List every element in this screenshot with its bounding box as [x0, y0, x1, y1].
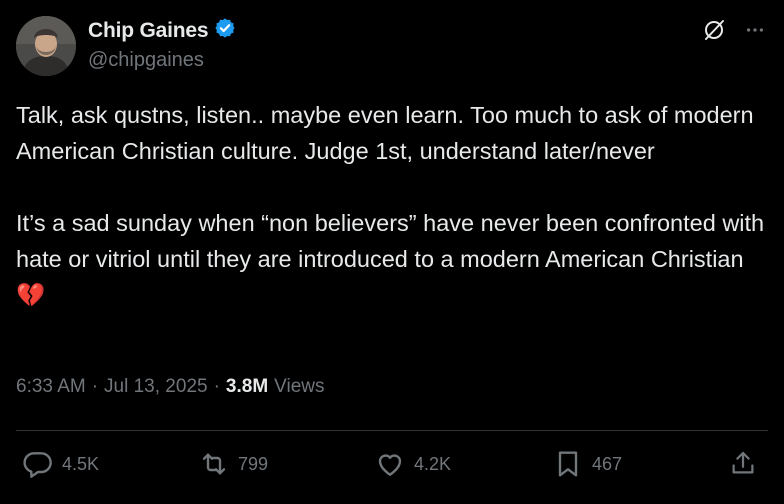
bookmark-button[interactable]: 467 [552, 448, 622, 480]
views-count: 3.8M [225, 376, 269, 397]
meta-separator: · [91, 376, 99, 397]
author-name-row: Chip Gaines [88, 17, 236, 44]
like-button[interactable]: 4.2K [374, 448, 451, 480]
views-label: Views [274, 376, 325, 397]
verified-badge-icon [214, 17, 236, 44]
tweet-text: Talk, ask qustns, listen.. maybe even le… [16, 97, 768, 313]
reply-icon [22, 448, 54, 480]
repost-count: 799 [238, 453, 269, 474]
share-button[interactable] [728, 448, 758, 478]
top-actions [702, 18, 766, 42]
more-icon[interactable] [744, 19, 766, 41]
tweet-time[interactable]: 6:33 AM [16, 376, 86, 398]
tweet-paragraph-2: It’s a sad sunday when “non believers” h… [16, 205, 768, 313]
tweet-date[interactable]: Jul 13, 2025 [104, 376, 208, 398]
repost-button[interactable]: 799 [198, 448, 268, 480]
repost-icon [198, 448, 230, 480]
grok-icon[interactable] [702, 18, 726, 42]
bookmark-icon [552, 448, 584, 480]
action-bar: 4.5K 799 4.2K 467 [0, 448, 784, 484]
reply-button[interactable]: 4.5K [22, 448, 99, 480]
author-name[interactable]: Chip Gaines [88, 19, 209, 43]
like-count: 4.2K [414, 453, 452, 474]
divider [16, 430, 768, 431]
bookmark-count: 467 [592, 453, 623, 474]
heart-icon [374, 448, 406, 480]
tweet-paragraph-1: Talk, ask qustns, listen.. maybe even le… [16, 102, 754, 164]
meta-separator: · [213, 376, 220, 397]
tweet-meta: 6:33 AM · Jul 13, 2025 · 3.8M Views [16, 376, 325, 398]
reply-count: 4.5K [62, 453, 100, 474]
broken-heart-emoji: 💔 [16, 282, 46, 308]
avatar[interactable] [16, 16, 76, 76]
tweet-paragraph-2-text: It’s a sad sunday when “non believers” h… [16, 210, 765, 272]
avatar-image [16, 16, 76, 76]
share-icon [728, 448, 758, 478]
author-handle[interactable]: @chipgaines [88, 49, 204, 72]
